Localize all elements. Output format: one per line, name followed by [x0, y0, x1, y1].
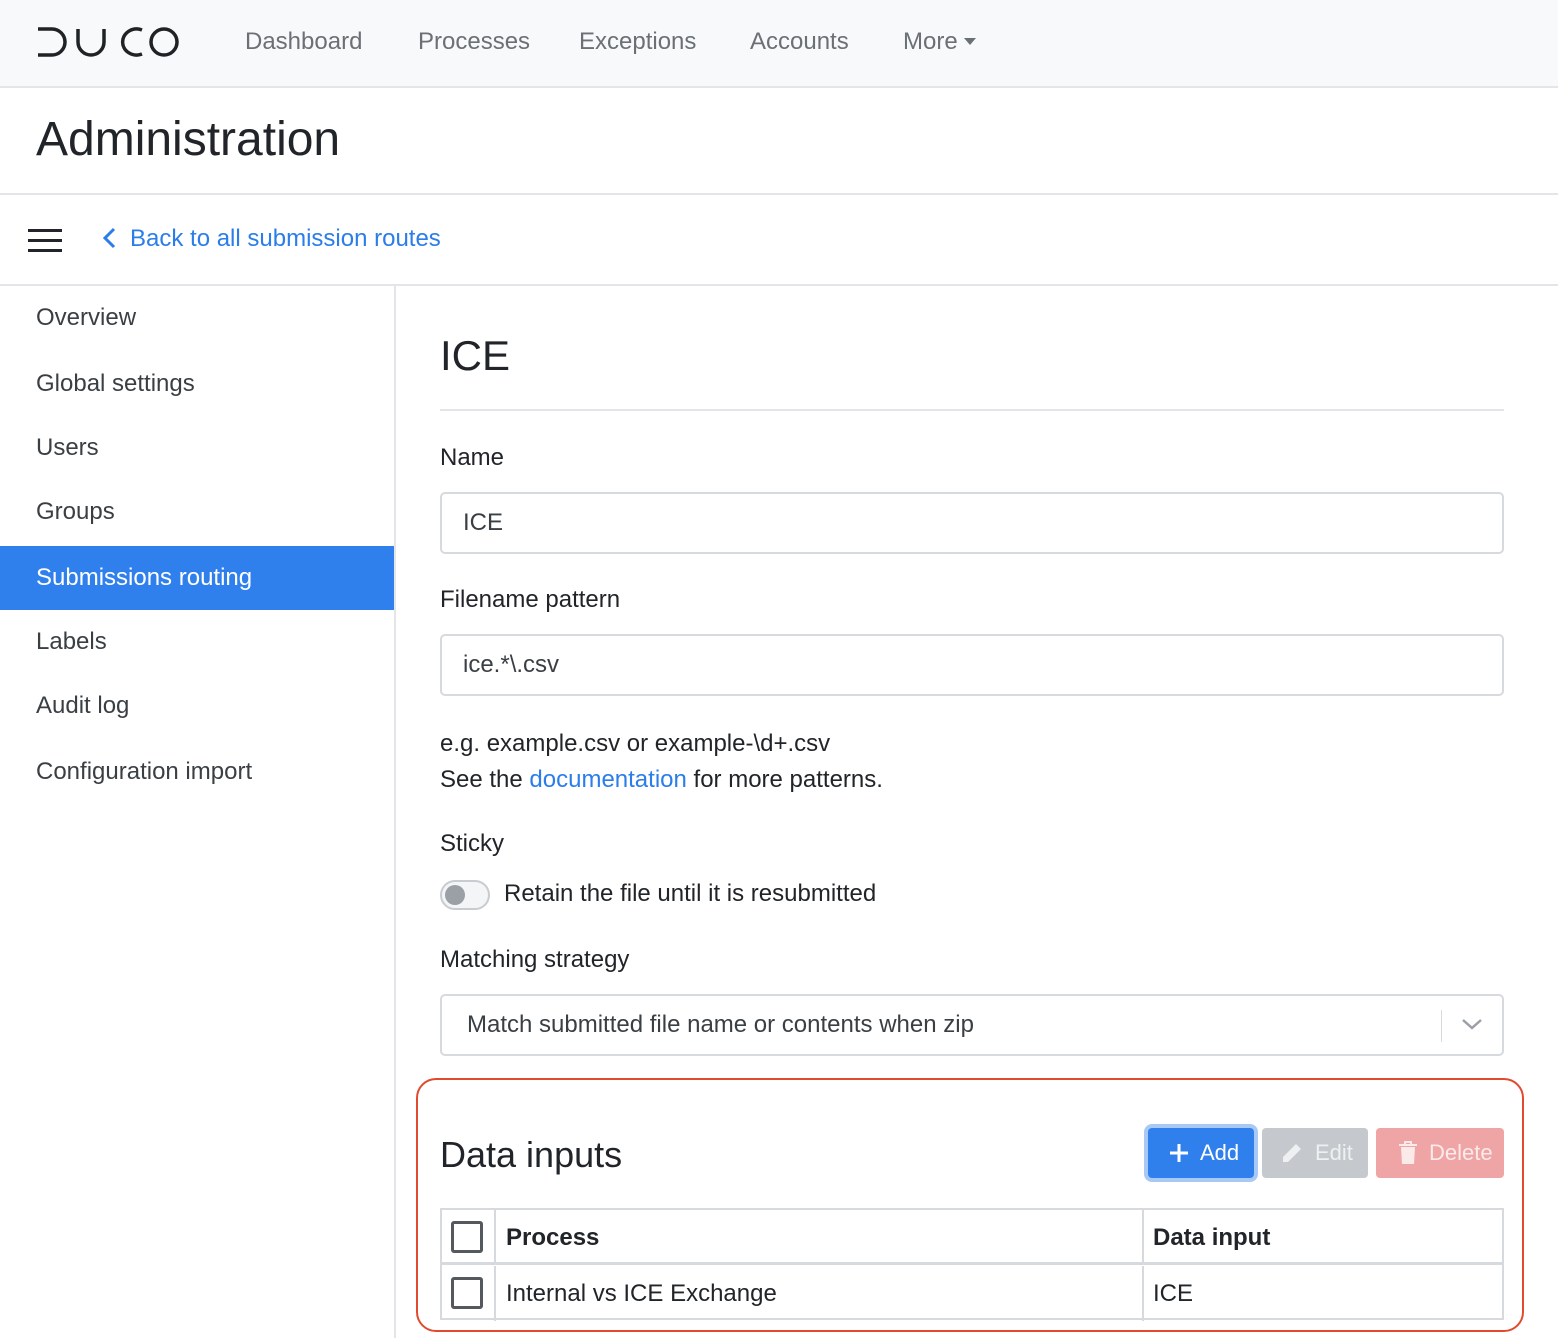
nav-more-dropdown[interactable]: More [903, 26, 976, 58]
header-checkbox-cell [442, 1210, 496, 1265]
subheader-bar: Back to all submission routes [0, 195, 1558, 286]
page-title: Administration [36, 113, 341, 166]
sidebar-item-audit-log[interactable]: Audit log [0, 674, 394, 738]
nav-more-label: More [903, 28, 958, 55]
matching-strategy-select[interactable]: Match submitted file name or contents wh… [440, 994, 1504, 1056]
filename-pattern-label: Filename pattern [440, 586, 621, 613]
sidebar-item-groups[interactable]: Groups [0, 480, 394, 544]
chevron-down-icon [1462, 1019, 1482, 1030]
row-checkbox-cell [442, 1266, 496, 1321]
name-label: Name [440, 444, 505, 471]
edit-button-label: Edit [1315, 1140, 1353, 1165]
name-input[interactable] [440, 492, 1504, 554]
pattern-help-example: e.g. example.csv or example-\d+.csv [440, 730, 831, 757]
matching-strategy-label: Matching strategy [440, 946, 630, 973]
sticky-toggle-label: Retain the file until it is resubmitted [504, 880, 877, 907]
plus-icon [1170, 1144, 1188, 1162]
caret-down-icon [963, 38, 976, 45]
add-data-input-button[interactable]: Add [1148, 1128, 1254, 1178]
admin-sidebar: Overview Global settings Users Groups Su… [0, 286, 396, 1338]
cell-process: Internal vs ICE Exchange [496, 1266, 1144, 1321]
pattern-help-docs: See the documentation for more patterns. [440, 762, 883, 798]
select-all-checkbox[interactable] [451, 1221, 483, 1253]
back-link-label: Back to all submission routes [130, 225, 441, 252]
row-checkbox[interactable] [451, 1277, 483, 1309]
data-inputs-title: Data inputs [440, 1134, 623, 1175]
nav-accounts[interactable]: Accounts [750, 26, 849, 58]
delete-button-label: Delete [1429, 1140, 1493, 1165]
sticky-toggle[interactable] [440, 880, 490, 910]
column-header-data-input[interactable]: Data input [1144, 1210, 1502, 1265]
page-header: Administration [0, 88, 1558, 195]
select-separator [1441, 1010, 1442, 1042]
back-to-submission-routes-link[interactable]: Back to all submission routes [102, 223, 441, 255]
sidebar-item-global-settings[interactable]: Global settings [0, 352, 394, 416]
add-button-label: Add [1200, 1140, 1240, 1165]
trash-icon [1399, 1141, 1417, 1164]
help-suffix: for more patterns. [686, 766, 883, 793]
route-title: ICE [440, 332, 511, 379]
edit-data-input-button[interactable]: Edit [1262, 1128, 1368, 1178]
sidebar-item-users[interactable]: Users [0, 416, 394, 480]
sidebar-item-overview[interactable]: Overview [0, 286, 394, 350]
sidebar-item-submissions-routing[interactable]: Submissions routing [0, 546, 394, 610]
sticky-label: Sticky [440, 830, 505, 857]
sidebar-item-configuration-import[interactable]: Configuration import [0, 740, 394, 804]
cell-data-input: ICE [1153, 1280, 1194, 1307]
matching-strategy-value: Match submitted file name or contents wh… [467, 1011, 974, 1038]
nav-exceptions[interactable]: Exceptions [579, 26, 696, 58]
nav-dashboard[interactable]: Dashboard [245, 26, 362, 58]
data-inputs-table: Process Data input Internal vs ICE Excha… [440, 1208, 1504, 1321]
hamburger-icon[interactable] [28, 229, 62, 253]
duco-logo[interactable] [36, 26, 182, 58]
delete-data-input-button[interactable]: Delete [1376, 1128, 1504, 1178]
chevron-left-icon [102, 227, 116, 249]
nav-processes[interactable]: Processes [418, 26, 530, 58]
help-prefix: See the [440, 766, 530, 793]
column-header-process[interactable]: Process [496, 1210, 1144, 1265]
filename-pattern-input[interactable] [440, 634, 1504, 696]
toggle-knob [445, 885, 465, 905]
pencil-icon [1283, 1144, 1301, 1162]
sidebar-item-labels[interactable]: Labels [0, 610, 394, 674]
table-header-row: Process Data input [442, 1210, 1502, 1265]
documentation-link[interactable]: documentation [529, 766, 686, 793]
divider [440, 409, 1504, 411]
top-navbar: Dashboard Processes Exceptions Accounts … [0, 0, 1558, 88]
table-row[interactable]: Internal vs ICE Exchange ICE [442, 1266, 1502, 1321]
